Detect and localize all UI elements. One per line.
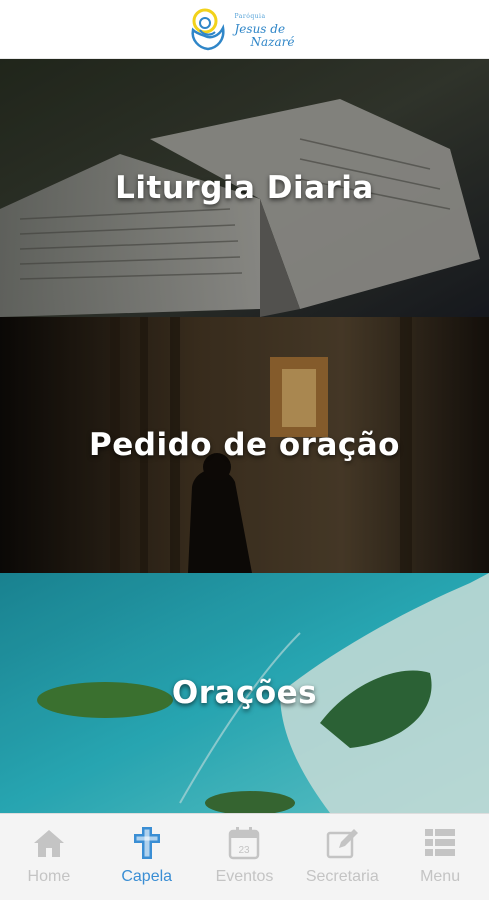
card-oracoes[interactable]: Orações [0,573,489,813]
logo-line-2: Nazaré [250,34,295,49]
nav-item-menu[interactable]: Menu [391,814,489,900]
bottom-navigation: Home Capela 23 Eventos Secretaria Menu [0,813,489,900]
app-header: Paróquia Jesus de Nazaré [0,0,489,59]
edit-icon [327,829,359,859]
logo-line-1: Jesus de [234,21,286,36]
card-label: Pedido de oração [89,427,400,463]
nav-item-capela[interactable]: Capela [98,814,196,900]
menu-list-icon [425,829,456,856]
home-icon [33,830,64,857]
parish-logo[interactable]: Paróquia Jesus de Nazaré [185,6,305,52]
parish-logo-text: Paróquia Jesus de Nazaré [234,12,295,49]
card-pedido-de-oracao[interactable]: Pedido de oração [0,317,489,573]
nav-item-eventos[interactable]: 23 Eventos [196,814,294,900]
nav-label-home: Home [27,868,71,885]
nav-item-secretaria[interactable]: Secretaria [293,814,391,900]
calendar-day-number: 23 [239,845,251,856]
nav-item-home[interactable]: Home [0,814,98,900]
calendar-icon: 23 [229,827,260,860]
nav-label-eventos: Eventos [215,868,274,885]
parish-logo-icon [190,8,225,51]
card-label: Orações [171,675,318,711]
card-liturgia-diaria[interactable]: Liturgia Diaria [0,59,489,317]
card-label: Liturgia Diaria [115,170,374,206]
nav-label-menu: Menu [420,868,461,885]
app-screen: Paróquia Jesus de Nazaré Liturgia Diaria… [0,0,489,900]
nav-label-secretaria: Secretaria [305,868,379,885]
cross-icon [133,827,160,859]
nav-label-capela: Capela [121,868,173,885]
